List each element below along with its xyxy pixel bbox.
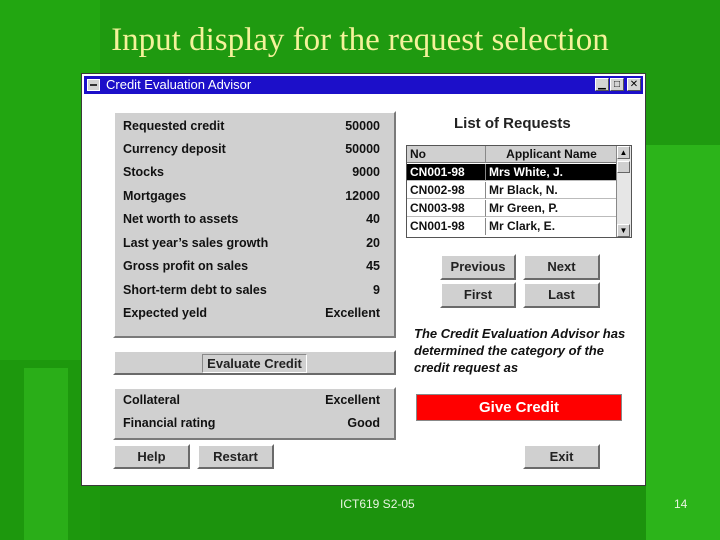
requests-scrollbar[interactable]: ▲ ▼	[616, 146, 631, 237]
last-button[interactable]: Last	[523, 282, 600, 308]
column-header-no[interactable]: No	[407, 146, 486, 163]
output-value: Excellent	[325, 393, 380, 407]
input-panel: Requested credit 50000 Currency deposit …	[113, 111, 396, 338]
requests-table[interactable]: No Applicant Name CN001-98 Mrs White, J.…	[406, 145, 632, 238]
output-row-financial-rating: Financial rating Good	[123, 415, 380, 431]
help-button[interactable]: Help	[113, 444, 190, 469]
title-bar: Credit Evaluation Advisor ▁ □ ✕	[84, 76, 643, 94]
requests-heading: List of Requests	[454, 115, 571, 132]
input-value[interactable]: 50000	[345, 141, 380, 157]
scroll-thumb[interactable]	[617, 161, 630, 173]
advisor-message: The Credit Evaluation Advisor has determ…	[414, 326, 626, 375]
input-label: Net worth to assets	[123, 212, 239, 226]
background-stripe	[24, 368, 68, 540]
input-row-net-worth: Net worth to assets 40	[123, 211, 380, 227]
table-cell-name[interactable]: Mr Green, P.	[486, 200, 618, 217]
input-label: Expected yeld	[123, 306, 208, 320]
input-row-currency-deposit: Currency deposit 50000	[123, 141, 380, 157]
input-row-requested-credit: Requested credit 50000	[123, 118, 380, 134]
evaluate-credit-label: Evaluate Credit	[202, 354, 307, 373]
scroll-up-icon[interactable]: ▲	[617, 146, 630, 159]
input-label: Currency deposit	[123, 142, 226, 156]
input-value[interactable]: Excellent	[325, 305, 380, 321]
input-value[interactable]: 12000	[345, 188, 380, 204]
output-row-collateral: Collateral Excellent	[123, 392, 380, 408]
system-menu-icon[interactable]	[87, 79, 100, 91]
table-cell-name[interactable]: Mr Clark, E.	[486, 218, 618, 235]
input-value[interactable]: 50000	[345, 118, 380, 134]
input-value[interactable]: 40	[366, 211, 380, 227]
window-title: Credit Evaluation Advisor	[106, 77, 252, 92]
input-row-stocks: Stocks 9000	[123, 164, 380, 180]
input-label: Mortgages	[123, 189, 187, 203]
exit-button[interactable]: Exit	[523, 444, 600, 469]
next-button[interactable]: Next	[523, 254, 600, 280]
slide-title: Input display for the request selection	[111, 22, 609, 58]
previous-button[interactable]: Previous	[440, 254, 516, 280]
input-row-gross-profit: Gross profit on sales 45	[123, 258, 380, 274]
output-label: Collateral	[123, 393, 180, 407]
maximize-button[interactable]: □	[610, 78, 624, 91]
table-cell-no[interactable]: CN003-98	[407, 200, 486, 217]
result-badge: Give Credit	[416, 394, 622, 421]
restart-button[interactable]: Restart	[197, 444, 274, 469]
input-value[interactable]: 20	[366, 235, 380, 251]
input-value[interactable]: 9	[373, 282, 380, 298]
first-button[interactable]: First	[440, 282, 516, 308]
evaluate-credit-button[interactable]: Evaluate Credit	[113, 350, 396, 375]
input-row-sales-growth: Last year’s sales growth 20	[123, 235, 380, 251]
input-label: Gross profit on sales	[123, 259, 249, 273]
input-label: Short-term debt to sales	[123, 283, 267, 297]
minimize-button[interactable]: ▁	[595, 78, 609, 91]
input-row-expected-yield: Expected yeld Excellent	[123, 305, 380, 321]
table-cell-no[interactable]: CN001-98	[407, 218, 486, 235]
scroll-down-icon[interactable]: ▼	[617, 224, 630, 237]
table-cell-no[interactable]: CN001-98	[407, 164, 486, 181]
output-panel: Collateral Excellent Financial rating Go…	[113, 387, 396, 440]
column-header-applicant-name[interactable]: Applicant Name	[486, 146, 618, 163]
footer-text: ICT619 S2-05	[340, 497, 415, 511]
output-label: Financial rating	[123, 416, 216, 430]
page-number: 14	[674, 497, 688, 511]
input-row-short-term-debt: Short-term debt to sales 9	[123, 282, 380, 298]
output-value: Good	[347, 416, 380, 430]
input-value[interactable]: 9000	[352, 164, 380, 180]
input-row-mortgages: Mortgages 12000	[123, 188, 380, 204]
close-button[interactable]: ✕	[627, 78, 641, 91]
input-label: Stocks	[123, 165, 164, 179]
table-cell-name[interactable]: Mrs White, J.	[486, 164, 618, 181]
input-value[interactable]: 45	[366, 258, 380, 274]
table-cell-no[interactable]: CN002-98	[407, 182, 486, 199]
input-label: Requested credit	[123, 119, 225, 133]
background-stripe	[646, 145, 720, 540]
input-label: Last year’s sales growth	[123, 236, 269, 250]
table-cell-name[interactable]: Mr Black, N.	[486, 182, 618, 199]
